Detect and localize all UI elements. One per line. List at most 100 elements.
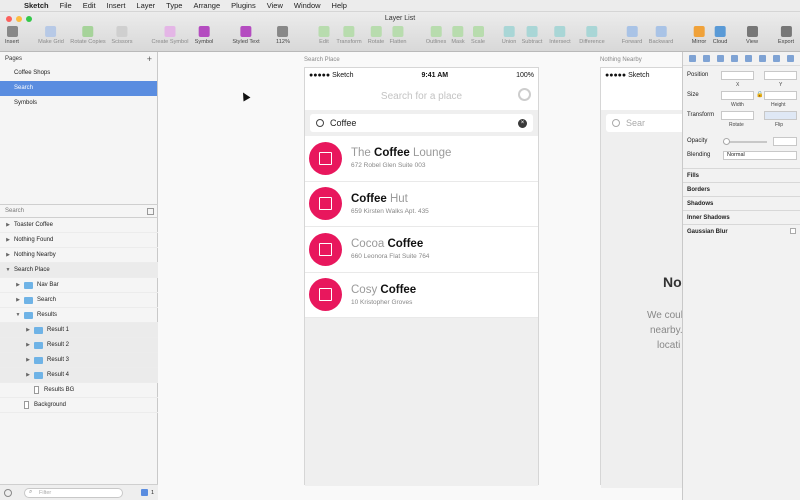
disclosure-closed-icon[interactable]: ▶ bbox=[5, 222, 11, 228]
align-center-icon[interactable] bbox=[702, 55, 710, 62]
tool-edit[interactable]: Edit bbox=[318, 26, 330, 45]
x-field[interactable] bbox=[721, 71, 754, 80]
artboard-nothing-nearby[interactable]: ●●●●● Sketch Se Sear No We coul nearby. … bbox=[600, 67, 682, 488]
menu-window[interactable]: Window bbox=[294, 1, 321, 10]
tool-cloud[interactable]: Cloud bbox=[713, 26, 727, 45]
menu-type[interactable]: Type bbox=[166, 1, 182, 10]
layer-search-input[interactable]: Search bbox=[5, 208, 24, 214]
align-top-icon[interactable] bbox=[745, 55, 753, 62]
canvas[interactable]: Search Place ●●●●● Sketch 9:41 AM 100% S… bbox=[158, 52, 682, 500]
distribute-vertical-icon[interactable] bbox=[787, 55, 795, 62]
tool-transform[interactable]: Transform bbox=[336, 26, 362, 45]
menu-plugins[interactable]: Plugins bbox=[231, 1, 256, 10]
opacity-field[interactable] bbox=[773, 137, 797, 146]
lock-icon[interactable]: 🔒 bbox=[756, 91, 763, 98]
disclosure-closed-icon[interactable]: ▶ bbox=[25, 342, 31, 348]
tool-rotate-copies[interactable]: Rotate Copies bbox=[70, 26, 106, 45]
layer-row[interactable]: ▶ Result 2 bbox=[0, 338, 158, 353]
tool-view[interactable]: View bbox=[746, 26, 758, 45]
result-row[interactable]: The Coffee Lounge 672 Robel Glen Suite 00… bbox=[305, 136, 538, 182]
result-row[interactable]: Cosy Coffee 10 Kristopher Groves bbox=[305, 272, 538, 318]
align-left-icon[interactable] bbox=[688, 55, 696, 62]
gaussian-blur-checkbox[interactable] bbox=[790, 228, 796, 234]
shadows-section[interactable]: Shadows bbox=[683, 196, 800, 210]
rotate-field[interactable] bbox=[721, 111, 754, 120]
blending-select[interactable]: Normal bbox=[723, 151, 797, 160]
symbols-filter-icon[interactable] bbox=[140, 489, 148, 496]
disclosure-closed-icon[interactable]: ▶ bbox=[25, 372, 31, 378]
tool-112[interactable]: 112% bbox=[276, 26, 290, 45]
tool-mask[interactable]: Mask bbox=[451, 26, 465, 45]
layer-row[interactable]: ▶ Result 4 bbox=[0, 368, 158, 383]
tool-mirror[interactable]: Mirror bbox=[692, 26, 706, 45]
inner-shadows-section[interactable]: Inner Shadows bbox=[683, 210, 800, 224]
collapse-icon[interactable] bbox=[147, 207, 154, 215]
layer-row[interactable]: ▶ Result 1 bbox=[0, 323, 158, 338]
tool-create-symbol[interactable]: Create Symbol bbox=[152, 26, 189, 45]
width-field[interactable] bbox=[721, 91, 754, 100]
tool-union[interactable]: Union bbox=[502, 26, 516, 45]
y-field[interactable] bbox=[764, 71, 797, 80]
tool-symbol[interactable]: Symbol bbox=[195, 26, 213, 45]
menu-edit[interactable]: Edit bbox=[83, 1, 96, 10]
tool-scissors[interactable]: Scissors bbox=[111, 26, 133, 45]
gear-icon[interactable] bbox=[518, 88, 531, 101]
page-item[interactable]: Coffee Shops bbox=[0, 66, 157, 81]
tool-difference[interactable]: Difference bbox=[579, 26, 605, 45]
tool-make-grid[interactable]: Make Grid bbox=[38, 26, 64, 45]
flip-buttons[interactable] bbox=[764, 111, 797, 120]
add-page-icon[interactable]: + bbox=[147, 54, 152, 64]
tool-insert[interactable]: Insert bbox=[5, 26, 19, 45]
layer-row[interactable]: ▶ Result 3 bbox=[0, 353, 158, 368]
layer-row[interactable]: ▶ Nothing Found bbox=[0, 233, 158, 248]
add-layer-icon[interactable] bbox=[4, 488, 12, 497]
clear-icon[interactable]: × bbox=[518, 118, 527, 128]
menu-insert[interactable]: Insert bbox=[107, 1, 126, 10]
menu-layer[interactable]: Layer bbox=[136, 1, 155, 10]
disclosure-open-icon[interactable]: ▼ bbox=[5, 267, 11, 273]
menu-view[interactable]: View bbox=[267, 1, 283, 10]
tool-forward[interactable]: Forward bbox=[622, 26, 642, 45]
tool-scale[interactable]: Scale bbox=[471, 26, 485, 45]
align-right-icon[interactable] bbox=[716, 55, 724, 62]
disclosure-closed-icon[interactable]: ▶ bbox=[15, 297, 21, 303]
layer-row[interactable]: ▶ Nothing Nearby bbox=[0, 248, 158, 263]
filter-input[interactable]: ⌕ Filter bbox=[24, 487, 123, 498]
layer-search-row[interactable]: Search bbox=[0, 204, 158, 218]
gaussian-blur-section[interactable]: Gaussian Blur bbox=[683, 224, 800, 238]
menu-help[interactable]: Help bbox=[332, 1, 347, 10]
height-field[interactable] bbox=[764, 91, 797, 100]
disclosure-closed-icon[interactable]: ▶ bbox=[5, 252, 11, 258]
artboard-label-search-place[interactable]: Search Place bbox=[304, 57, 340, 63]
menu-file[interactable]: File bbox=[60, 1, 72, 10]
disclosure-closed-icon[interactable]: ▶ bbox=[15, 282, 21, 288]
fills-section[interactable]: Fills bbox=[683, 168, 800, 182]
tool-backward[interactable]: Backward bbox=[649, 26, 673, 45]
align-bottom-icon[interactable] bbox=[773, 55, 781, 62]
layer-row[interactable]: ▶ Toaster Coffee bbox=[0, 218, 158, 233]
tool-rotate[interactable]: Rotate bbox=[368, 26, 384, 45]
opacity-slider-knob[interactable] bbox=[723, 138, 730, 145]
menu-sketch[interactable]: Sketch bbox=[24, 1, 49, 10]
menu-arrange[interactable]: Arrange bbox=[193, 1, 220, 10]
tool-intersect[interactable]: Intersect bbox=[549, 26, 571, 45]
search-field-2[interactable]: Sear bbox=[606, 114, 682, 132]
disclosure-closed-icon[interactable]: ▶ bbox=[25, 357, 31, 363]
tool-flatten[interactable]: Flatten bbox=[389, 26, 407, 45]
layer-row[interactable]: ▼ Search Place bbox=[0, 263, 158, 278]
layer-row[interactable]: Results BG bbox=[0, 383, 158, 398]
result-row[interactable]: Cocoa Coffee 660 Leonora Flat Suite 764 bbox=[305, 227, 538, 273]
artboard-label-nothing-nearby[interactable]: Nothing Nearby bbox=[600, 57, 642, 63]
page-item[interactable]: Symbols bbox=[0, 96, 157, 111]
layer-row[interactable]: Background bbox=[0, 398, 158, 413]
tool-styled-text[interactable]: Styled Text bbox=[232, 26, 260, 45]
layer-row[interactable]: ▶ Nav Bar bbox=[0, 278, 158, 293]
result-row[interactable]: Coffee Hut 659 Kirsten Walks Apt. 435 bbox=[305, 181, 538, 227]
distribute-horizontal-icon[interactable] bbox=[730, 55, 738, 62]
align-middle-icon[interactable] bbox=[759, 55, 767, 62]
artboard-search-place[interactable]: ●●●●● Sketch 9:41 AM 100% Search for a p… bbox=[304, 67, 539, 486]
tool-subtract[interactable]: Subtract bbox=[522, 26, 542, 45]
search-field[interactable]: Coffee × bbox=[310, 114, 533, 132]
borders-section[interactable]: Borders bbox=[683, 182, 800, 196]
disclosure-closed-icon[interactable]: ▶ bbox=[25, 327, 31, 333]
